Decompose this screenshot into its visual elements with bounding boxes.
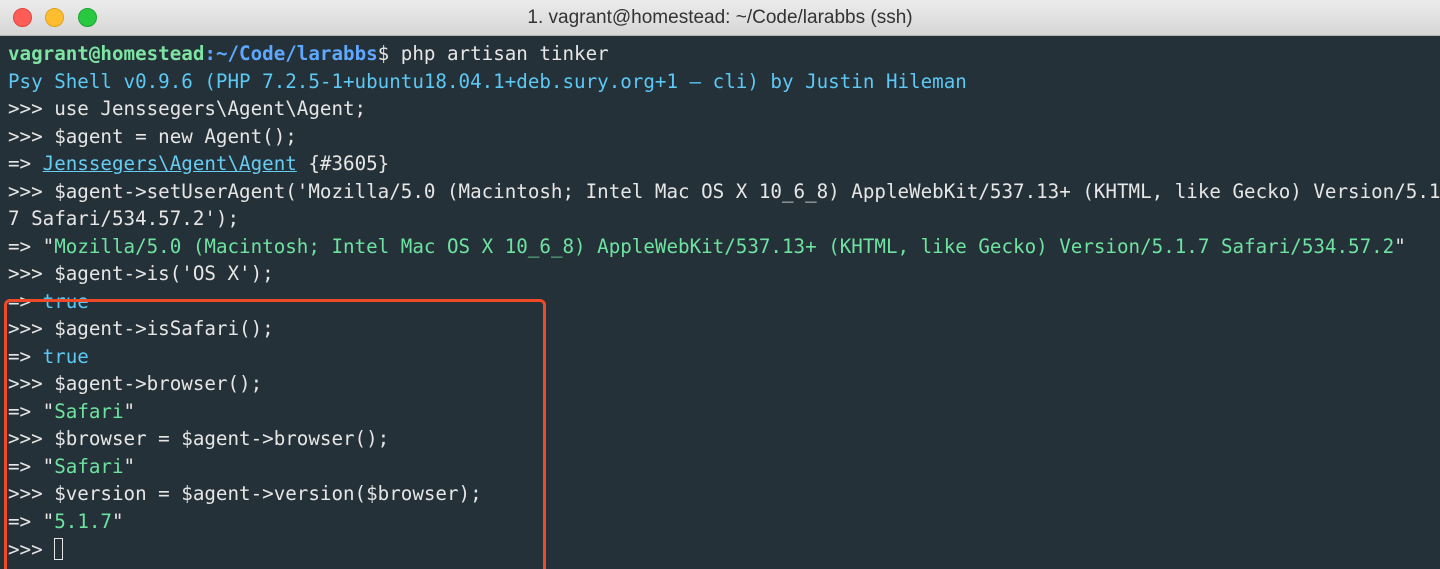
highlight-box (4, 299, 546, 569)
input-line-use: >>> use Jenssegers\Agent\Agent; (8, 97, 367, 120)
quote-open: " (42, 235, 55, 258)
window-title: 1. vagrant@homestead: ~/Code/larabbs (ss… (527, 7, 913, 28)
shell-command: php artisan tinker (400, 42, 609, 65)
input-line-set-user-agent-wrap: 7 Safari/534.57.2'); (8, 207, 240, 230)
output-line-class: => Jenssegers\Agent\Agent {#3605} (8, 150, 389, 178)
output-arrow: => (8, 235, 43, 258)
output-arrow: => (8, 152, 43, 175)
title-bar[interactable]: 1. vagrant@homestead: ~/Code/larabbs (ss… (0, 0, 1440, 36)
input-line-is: >>> $agent->is('OS X'); (8, 262, 274, 285)
class-link[interactable]: Jenssegers\Agent\Agent (43, 152, 297, 175)
user-agent-string: Mozilla/5.0 (Macintosh; Intel Mac OS X 1… (54, 235, 1395, 258)
object-id: {#3605} (296, 152, 390, 175)
prompt-user: vagrant@homestead (8, 42, 205, 65)
shell-prompt-line: vagrant@homestead:~/Code/larabbs$ php ar… (8, 40, 609, 68)
quote-close: " (1394, 235, 1406, 258)
prompt-path: :~/Code/larabbs (204, 42, 378, 65)
terminal-output[interactable]: vagrant@homestead:~/Code/larabbs$ php ar… (0, 38, 1440, 569)
psy-banner: Psy Shell v0.9.6 (PHP 7.2.5-1+ubuntu18.0… (8, 70, 967, 93)
terminal-window: 1. vagrant@homestead: ~/Code/larabbs (ss… (0, 0, 1440, 569)
input-line-new-agent: >>> $agent = new Agent(); (8, 125, 297, 148)
prompt-symbol: $ (377, 42, 401, 65)
input-line-set-user-agent: >>> $agent->setUserAgent('Mozilla/5.0 (M… (8, 180, 1440, 203)
output-line-user-agent: => "Mozilla/5.0 (Macintosh; Intel Mac OS… (8, 233, 1406, 261)
